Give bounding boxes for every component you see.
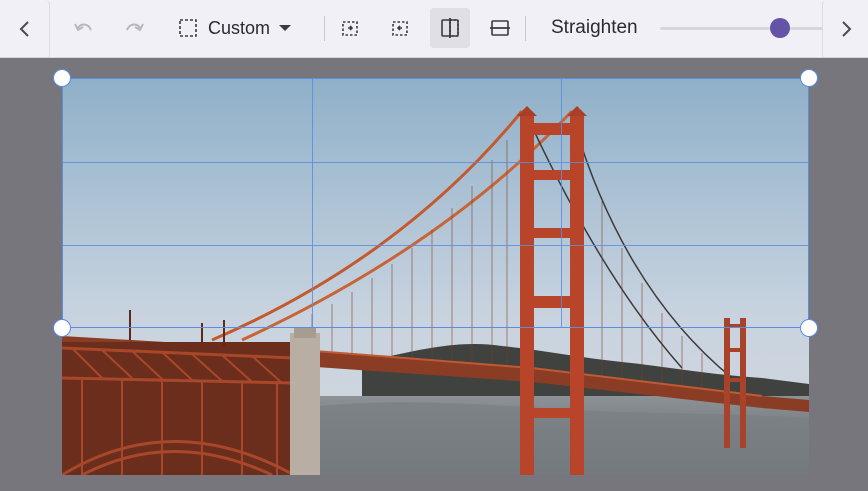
aspect-ratio-label: Custom: [208, 17, 271, 38]
crop-handle-bottom-left[interactable]: [53, 319, 71, 337]
undo-button[interactable]: [64, 8, 104, 48]
toolbar-divider: [525, 16, 526, 41]
aspect-ratio-dropdown[interactable]: Custom: [178, 8, 306, 48]
next-button[interactable]: [822, 0, 868, 58]
redo-button[interactable]: [114, 8, 154, 48]
crop-grid-line: [561, 79, 562, 327]
crop-handle-bottom-right[interactable]: [800, 319, 818, 337]
straighten-slider-track[interactable]: [660, 27, 823, 30]
rotate-left-icon: [340, 18, 360, 38]
previous-button[interactable]: [0, 0, 50, 58]
crop-grid-line: [63, 162, 808, 163]
rotate-left-button[interactable]: [330, 8, 370, 48]
redo-icon: [123, 20, 145, 36]
chevron-right-icon: [839, 19, 853, 39]
straighten-label: Straighten: [551, 17, 638, 38]
undo-icon: [73, 20, 95, 36]
crop-frame-icon: [178, 18, 198, 38]
chevron-left-icon: [18, 19, 32, 39]
flip-vertical-icon: [490, 18, 510, 38]
crop-grid-line: [312, 79, 313, 327]
crop-handle-top-right[interactable]: [800, 69, 818, 87]
crop-handle-top-left[interactable]: [53, 69, 71, 87]
crop-grid-line: [63, 245, 808, 246]
crop-selection[interactable]: [62, 78, 809, 328]
flip-horizontal-icon: [440, 18, 460, 38]
crop-toolbar: Custom Straighten: [0, 0, 868, 58]
toolbar-divider: [324, 16, 325, 41]
rotate-right-button[interactable]: [380, 8, 420, 48]
rotate-right-icon: [390, 18, 410, 38]
flip-vertical-button[interactable]: [480, 8, 520, 48]
caret-down-icon: [278, 23, 292, 33]
flip-horizontal-button[interactable]: [430, 8, 470, 48]
straighten-slider-thumb[interactable]: [770, 18, 790, 38]
